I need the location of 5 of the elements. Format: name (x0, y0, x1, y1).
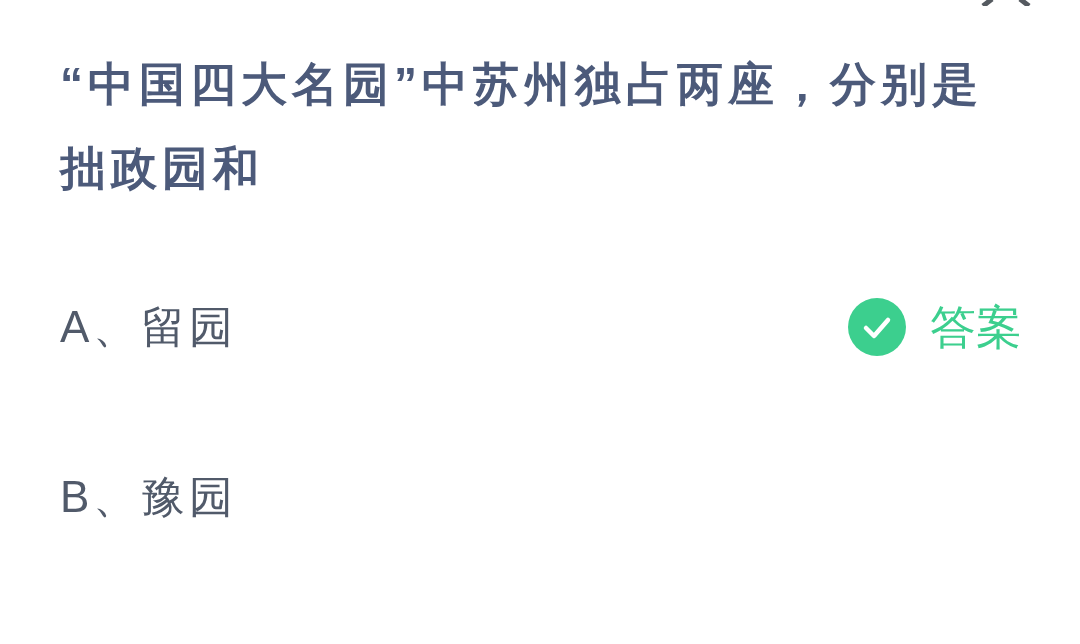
option-text[interactable]: B、豫园 (60, 469, 238, 525)
option-text[interactable]: A、留园 (60, 299, 238, 355)
answer-label: 答案 (930, 300, 1022, 355)
question-text: “中国四大名园”中苏州独占两座，分别是拙政园和 (60, 57, 984, 196)
close-icon[interactable] (980, 0, 1032, 6)
